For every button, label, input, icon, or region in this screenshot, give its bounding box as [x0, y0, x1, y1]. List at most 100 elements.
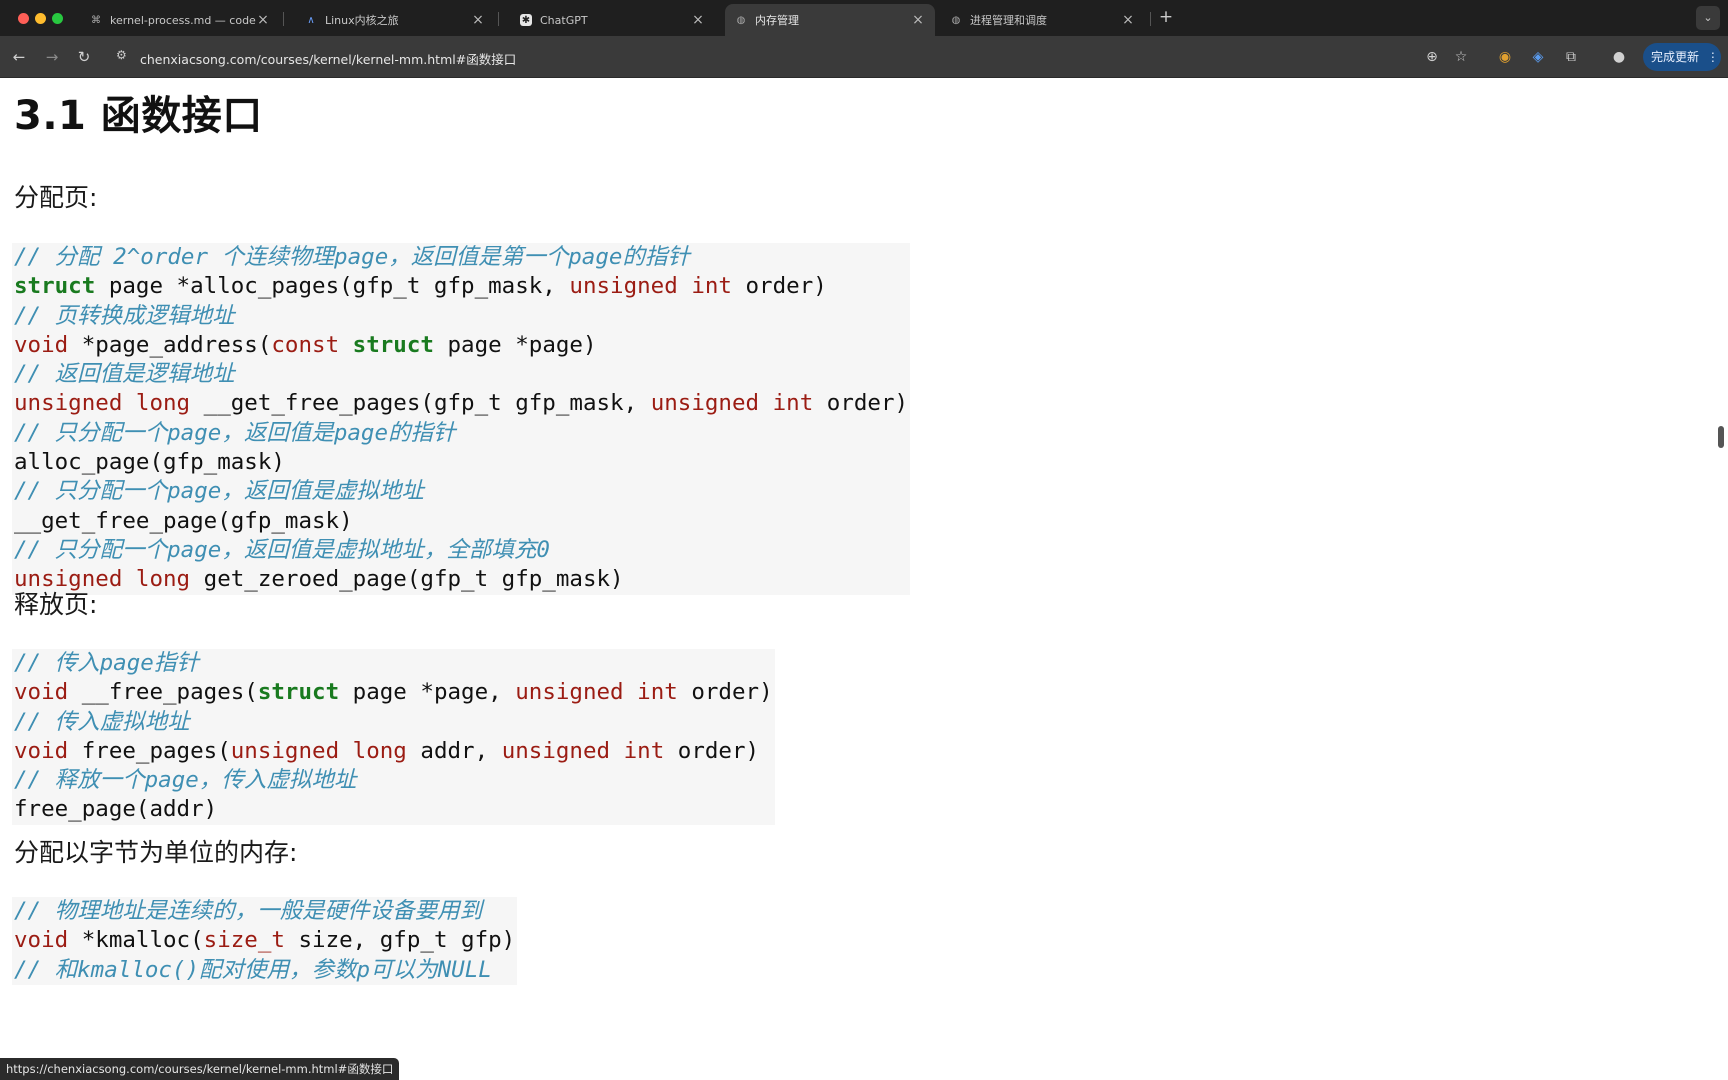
code-line: // 只分配一个page，返回值是page的指针	[14, 419, 908, 448]
code-keyword: void	[14, 331, 69, 358]
code-keyword: unsigned	[230, 737, 340, 764]
close-icon[interactable]: ×	[256, 12, 270, 28]
code-text: order)	[731, 273, 827, 300]
tab-title: kernel-process.md — code —	[110, 13, 256, 27]
update-button-label: 完成更新	[1651, 50, 1700, 64]
code-line: // 传入虚拟地址	[14, 708, 773, 737]
code-line: free_page(addr)	[14, 795, 773, 824]
code-text: *page_address(	[68, 331, 272, 358]
code-comment: // 传入虚拟地址	[14, 708, 190, 735]
tab-title: 内存管理	[755, 14, 799, 27]
extension-icon[interactable]: ◈	[1528, 47, 1548, 67]
feather-icon: ∧	[307, 14, 315, 26]
more-icon: ⋮	[1706, 50, 1719, 64]
code-line: alloc_page(gfp_mask)	[14, 448, 908, 477]
close-icon[interactable]: ×	[691, 12, 705, 28]
url-text[interactable]: chenxiacsong.com/courses/kernel/kernel-m…	[140, 49, 516, 68]
code-keyword: void	[14, 927, 69, 954]
code-comment: // 传入page指针	[14, 650, 199, 676]
zoom-window-button[interactable]	[52, 13, 63, 24]
code-line: // 分配 2^order 个连续物理page，返回值是第一个page的指针	[14, 243, 908, 272]
code-keyword: unsigned	[569, 273, 678, 300]
code-line: // 返回值是逻辑地址	[14, 360, 908, 389]
scrollbar-thumb[interactable]	[1718, 426, 1724, 448]
code-comment: // 只分配一个page，返回值是page的指针	[14, 419, 456, 446]
tab-bar: ⌘ kernel-process.md — code — × ∧ Linux内核…	[0, 0, 1728, 36]
code-comment: // 释放一个page，传入虚拟地址	[14, 767, 357, 794]
vscode-icon: ⌘	[91, 14, 101, 26]
chrome-extension-icon[interactable]: ◉	[1495, 47, 1515, 67]
code-text: order)	[813, 390, 909, 417]
code-comment: // 物理地址是连续的，一般是硬件设备要用到	[14, 898, 483, 924]
code-line: void __free_pages(struct page *page, uns…	[14, 678, 773, 707]
code-text: free_page(addr)	[14, 796, 218, 823]
bookmark-star-icon[interactable]: ☆	[1451, 47, 1471, 67]
code-line: // 页转换成逻辑地址	[14, 302, 908, 331]
address-bar[interactable]: ⚙ chenxiacsong.com/courses/kernel/kernel…	[110, 42, 1460, 72]
tab-divider	[498, 12, 499, 26]
close-icon[interactable]: ×	[911, 12, 925, 28]
tab-process-scheduling[interactable]: ◍ 进程管理和调度 ×	[940, 4, 1145, 36]
code-keyword: struct	[257, 679, 340, 706]
code-keyword: unsigned	[14, 390, 123, 417]
chatgpt-icon: ✱	[520, 14, 532, 26]
tab-title: ChatGPT	[540, 13, 588, 27]
tab-memory-management[interactable]: ◍ 内存管理 ×	[725, 4, 935, 36]
tab-linux-kernel-journey[interactable]: ∧ Linux内核之旅 ×	[295, 4, 495, 36]
code-text: alloc_page(gfp_mask)	[14, 449, 285, 476]
code-text: addr,	[406, 737, 502, 764]
back-button[interactable]: ←	[8, 46, 30, 68]
update-button[interactable]: 完成更新 ⋮	[1643, 43, 1721, 71]
tab-title: Linux内核之旅	[325, 14, 399, 27]
code-keyword: const	[271, 331, 340, 358]
code-keyword: long	[135, 390, 191, 417]
code-text: page *page)	[433, 331, 597, 358]
code-text: free_pages(	[68, 737, 231, 764]
code-block-free-pages: // 传入page指针 void __free_pages(struct page…	[12, 649, 775, 825]
section-title-byte-allocation: 分配以字节为单位的内存:	[14, 838, 298, 867]
reload-button[interactable]: ↻	[73, 46, 95, 68]
close-window-button[interactable]	[18, 13, 29, 24]
close-icon[interactable]: ×	[1121, 12, 1135, 28]
code-keyword: int	[637, 679, 678, 706]
code-line: struct page *alloc_pages(gfp_t gfp_mask,…	[14, 272, 908, 301]
code-line: void *kmalloc(size_t size, gfp_t gfp)	[14, 926, 515, 955]
puzzle-icon[interactable]: ⧉	[1561, 47, 1581, 67]
code-line: unsigned long __get_free_pages(gfp_t gfp…	[14, 389, 908, 418]
tab-divider	[1150, 12, 1151, 26]
link-status-bar: https://chenxiacsong.com/courses/kernel/…	[0, 1058, 400, 1080]
code-text: page *alloc_pages(gfp_t gfp_mask,	[95, 273, 570, 300]
new-tab-button[interactable]: +	[1155, 6, 1177, 28]
minimize-window-button[interactable]	[35, 13, 46, 24]
code-line: // 只分配一个page，返回值是虚拟地址	[14, 477, 908, 506]
code-comment: // 页转换成逻辑地址	[14, 302, 235, 329]
code-line: // 释放一个page，传入虚拟地址	[14, 766, 773, 795]
tab-kernel-process[interactable]: ⌘ kernel-process.md — code — ×	[80, 4, 280, 36]
code-keyword: size_t	[203, 927, 285, 954]
code-line: // 只分配一个page，返回值是虚拟地址，全部填充0	[14, 536, 908, 565]
close-icon[interactable]: ×	[471, 12, 485, 28]
code-keyword: unsigned	[515, 679, 624, 706]
forward-button[interactable]: →	[41, 46, 63, 68]
profile-icon[interactable]: ●	[1609, 47, 1629, 67]
site-info-icon[interactable]: ⚙	[116, 48, 127, 62]
code-text: order)	[664, 737, 760, 764]
code-text: __get_free_page(gfp_mask)	[14, 507, 353, 534]
code-text: size, gfp_t gfp)	[284, 927, 516, 954]
code-text: page *page,	[339, 679, 516, 706]
tab-chatgpt[interactable]: ✱ ChatGPT ×	[510, 4, 715, 36]
code-keyword: int	[772, 390, 814, 417]
zoom-icon[interactable]: ⊕	[1422, 47, 1442, 67]
code-line: unsigned long get_zeroed_page(gfp_t gfp_…	[14, 565, 908, 594]
globe-icon: ◍	[736, 14, 746, 26]
tab-search-button[interactable]: ⌄	[1696, 6, 1720, 30]
code-line: // 传入page指针	[14, 649, 773, 678]
tab-divider	[283, 12, 284, 26]
code-comment: // 和kmalloc()配对使用，参数p可以为NULL	[14, 956, 492, 983]
